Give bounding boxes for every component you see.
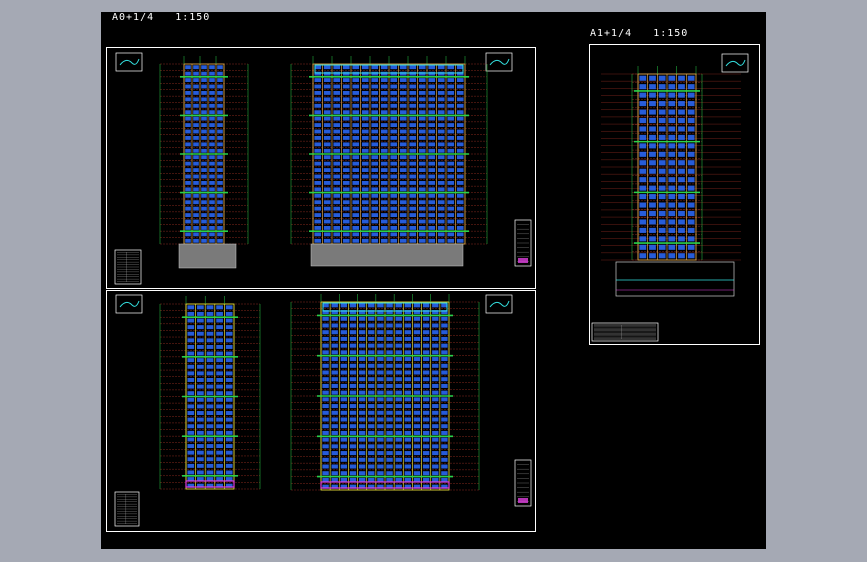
elevation-2 bbox=[290, 56, 488, 267]
elevation-1 bbox=[159, 56, 249, 269]
cad-drawing-art bbox=[114, 52, 749, 527]
section-podium bbox=[615, 261, 735, 297]
elevation-4 bbox=[290, 294, 480, 491]
section-1 bbox=[631, 66, 703, 261]
drawing-canvas[interactable]: A0+1/4 1:150 A1+1/4 1:150 bbox=[101, 12, 766, 549]
elevation-3 bbox=[159, 296, 261, 490]
